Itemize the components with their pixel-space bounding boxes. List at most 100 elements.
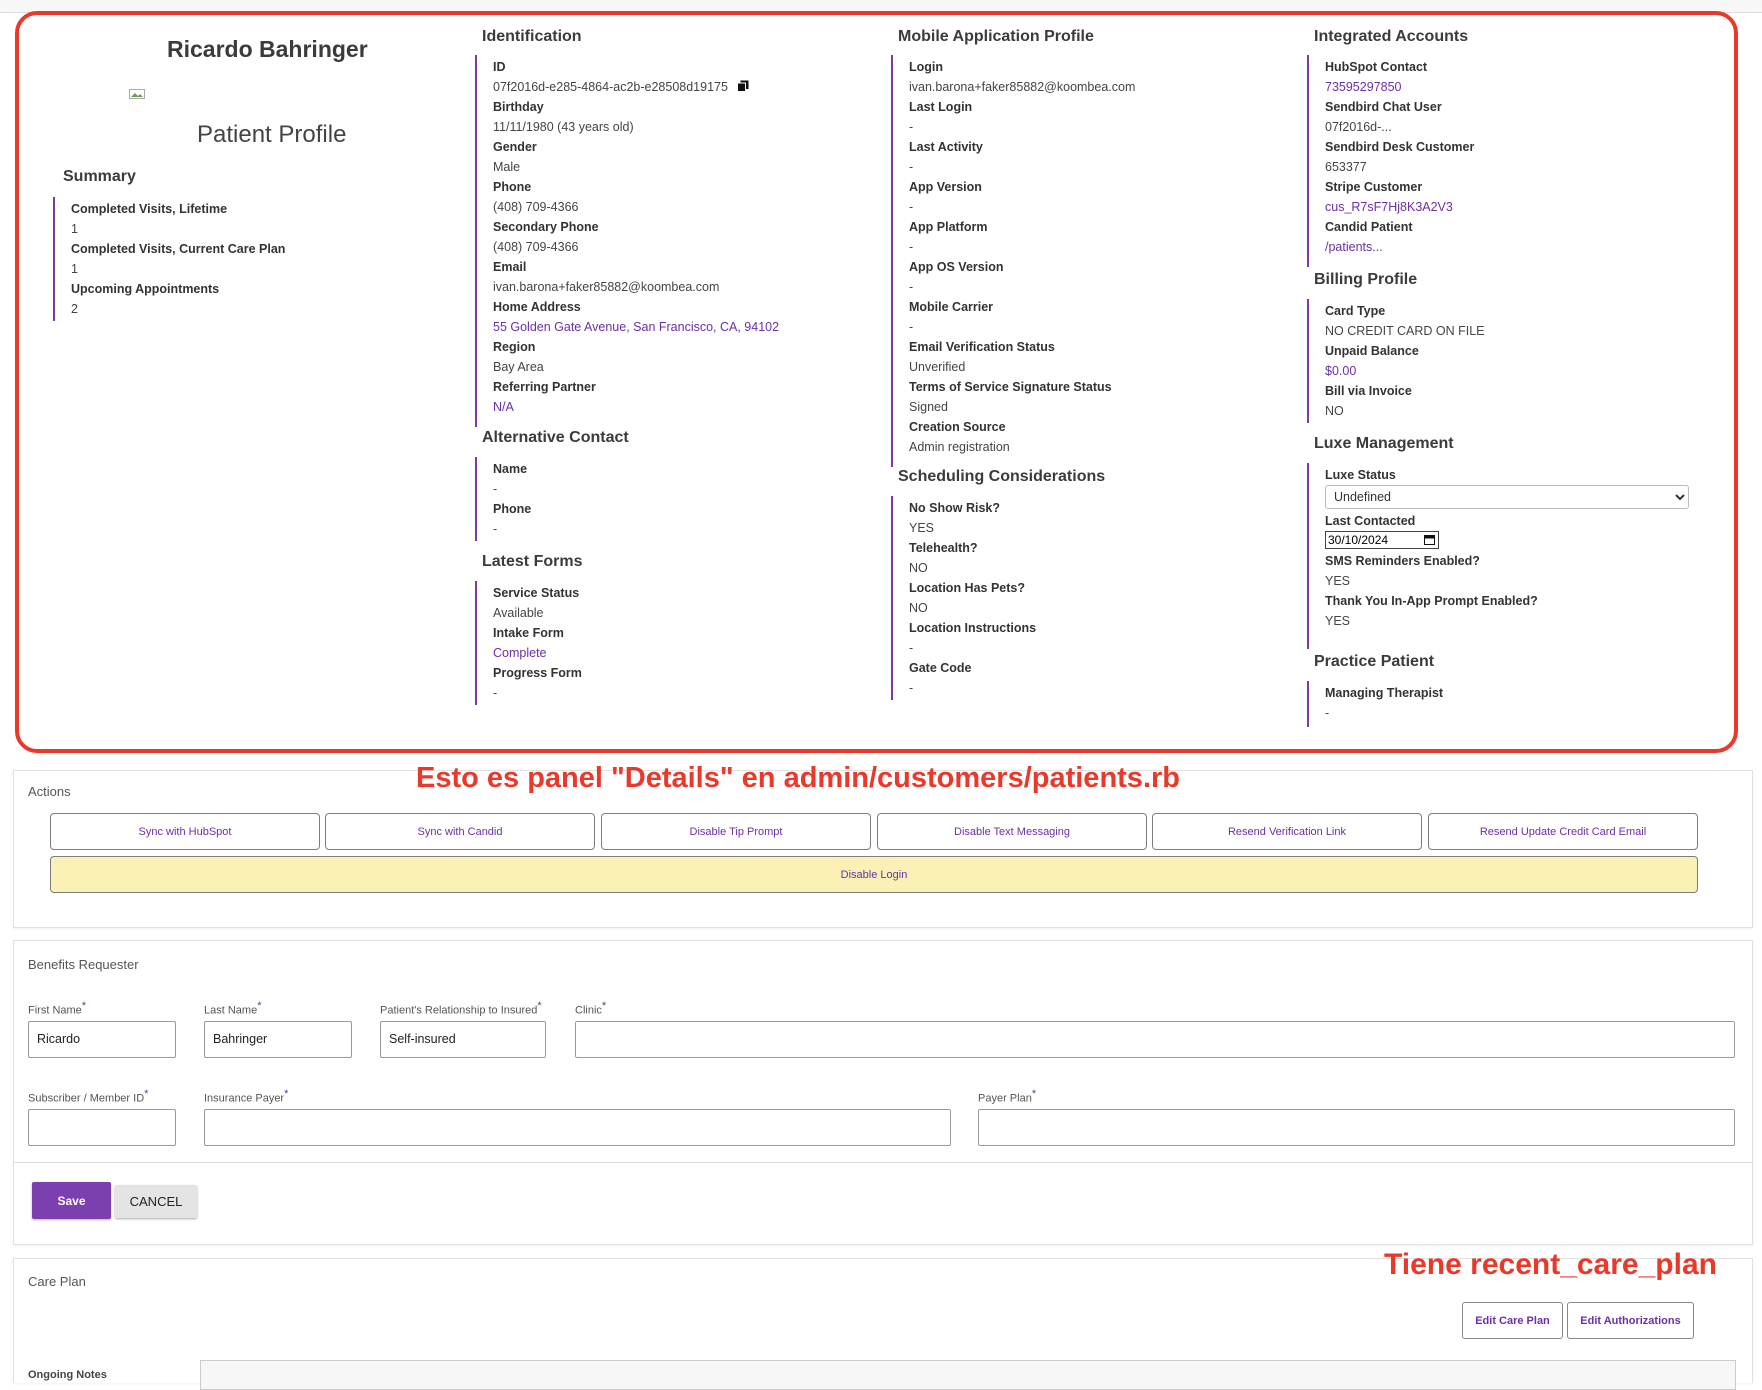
edit-care-plan-button[interactable]: Edit Care Plan bbox=[1462, 1302, 1563, 1339]
creation-source-value: Admin registration bbox=[909, 440, 1010, 454]
service-status-label: Service Status bbox=[493, 586, 580, 600]
ongoing-notes-field[interactable] bbox=[200, 1360, 1736, 1390]
resend-verification-button[interactable]: Resend Verification Link bbox=[1152, 813, 1422, 850]
id-value: 07f2016d-e285-4864-ac2b-e28508d19175 bbox=[493, 77, 875, 97]
creation-source-label: Creation Source bbox=[909, 420, 1006, 434]
first-name-input[interactable]: Ricardo bbox=[28, 1021, 176, 1058]
referring-partner-link[interactable]: N/A bbox=[493, 397, 875, 417]
sms-reminders-label: SMS Reminders Enabled? bbox=[1325, 554, 1480, 568]
sync-hubspot-button[interactable]: Sync with HubSpot bbox=[50, 813, 320, 850]
app-version-value: - bbox=[909, 200, 914, 214]
required-mark: * bbox=[537, 1000, 542, 1012]
payer-plan-label-text: Payer Plan bbox=[978, 1092, 1032, 1105]
email-label: Email bbox=[493, 260, 527, 274]
integrated-accounts-group: HubSpot Contact 73595297850 Sendbird Cha… bbox=[1307, 55, 1727, 267]
app-version-label: App Version bbox=[909, 180, 982, 194]
alt-name-label: Name bbox=[493, 462, 528, 476]
candid-link[interactable]: /patients... bbox=[1325, 237, 1727, 257]
calendar-icon[interactable] bbox=[1424, 534, 1436, 545]
billing-title: Billing Profile bbox=[1314, 271, 1418, 288]
birthday-label: Birthday bbox=[493, 100, 544, 114]
last-contacted-wrap bbox=[1325, 531, 1727, 551]
copy-icon[interactable] bbox=[737, 80, 749, 92]
summary-group: Completed Visits, Lifetime 1 Completed V… bbox=[53, 197, 353, 321]
gender-value: Male bbox=[493, 160, 521, 174]
card-type-label: Card Type bbox=[1325, 304, 1386, 318]
last-name-label-text: Last Name bbox=[204, 1004, 258, 1017]
payer-plan-input[interactable] bbox=[978, 1109, 1735, 1146]
benefits-footer: Save CANCEL bbox=[14, 1163, 1752, 1243]
card-type-value: NO CREDIT CARD ON FILE bbox=[1325, 324, 1485, 338]
intake-form-link[interactable]: Complete bbox=[493, 643, 875, 663]
tos-status-value: Signed bbox=[909, 400, 948, 414]
last-contacted-input[interactable] bbox=[1325, 531, 1439, 549]
last-activity-value: - bbox=[909, 160, 914, 174]
email-value: ivan.barona+faker85882@koombea.com bbox=[493, 280, 720, 294]
app-os-version-label: App OS Version bbox=[909, 260, 1004, 274]
location-instructions-value: - bbox=[909, 641, 914, 655]
patient-name: Ricardo Bahringer bbox=[167, 36, 368, 62]
cancel-button[interactable]: CANCEL bbox=[115, 1185, 197, 1218]
unpaid-balance-link[interactable]: $0.00 bbox=[1325, 361, 1727, 381]
benefits-title: Benefits Requester bbox=[28, 957, 139, 972]
payer-label-text: Insurance Payer bbox=[204, 1092, 285, 1105]
tos-status-label: Terms of Service Signature Status bbox=[909, 380, 1112, 394]
insurance-payer-input[interactable] bbox=[204, 1109, 951, 1146]
app-platform-label: App Platform bbox=[909, 220, 988, 234]
pets-value: NO bbox=[909, 601, 928, 615]
id-label: ID bbox=[493, 60, 506, 74]
payer-plan-label: Payer Plan* bbox=[978, 1088, 1036, 1105]
luxe-status-select[interactable]: Undefined bbox=[1325, 485, 1689, 509]
care-plan-title: Care Plan bbox=[28, 1274, 86, 1289]
telehealth-label: Telehealth? bbox=[909, 541, 978, 555]
subscriber-input[interactable] bbox=[28, 1109, 176, 1146]
subscriber-label: Subscriber / Member ID* bbox=[28, 1088, 148, 1105]
sync-candid-button[interactable]: Sync with Candid bbox=[325, 813, 595, 850]
location-instructions-label: Location Instructions bbox=[909, 621, 1037, 635]
resend-credit-card-email-button[interactable]: Resend Update Credit Card Email bbox=[1428, 813, 1698, 850]
region-label: Region bbox=[493, 340, 536, 354]
alternative-contact-title: Alternative Contact bbox=[482, 429, 629, 446]
summary-label: Completed Visits, Current Care Plan bbox=[71, 242, 286, 256]
latest-forms-group: Service Status Available Intake Form Com… bbox=[475, 581, 875, 705]
hubspot-link[interactable]: 73595297850 bbox=[1325, 77, 1727, 97]
sendbird-desk-value: 653377 bbox=[1325, 160, 1367, 174]
login-value: ivan.barona+faker85882@koombea.com bbox=[909, 80, 1136, 94]
home-address-link[interactable]: 55 Golden Gate Avenue, San Francisco, CA… bbox=[493, 317, 875, 337]
birthday-value: 11/11/1980 (43 years old) bbox=[493, 120, 634, 134]
alt-phone-label: Phone bbox=[493, 502, 532, 516]
sendbird-chat-label: Sendbird Chat User bbox=[1325, 100, 1442, 114]
details-panel-annotation: Esto es panel "Details" en admin/custome… bbox=[416, 762, 1180, 794]
summary-value: 1 bbox=[71, 262, 78, 276]
identification-group: ID 07f2016d-e285-4864-ac2b-e28508d19175 … bbox=[475, 55, 875, 427]
payer-label: Insurance Payer* bbox=[204, 1088, 288, 1105]
unpaid-balance-label: Unpaid Balance bbox=[1325, 344, 1419, 358]
disable-text-messaging-button[interactable]: Disable Text Messaging bbox=[877, 813, 1147, 850]
gate-code-label: Gate Code bbox=[909, 661, 972, 675]
relationship-input[interactable]: Self-insured bbox=[380, 1021, 546, 1058]
broken-image-icon bbox=[129, 89, 145, 99]
id-text: 07f2016d-e285-4864-ac2b-e28508d19175 bbox=[493, 80, 728, 94]
home-address-label: Home Address bbox=[493, 300, 581, 314]
last-name-input[interactable]: Bahringer bbox=[204, 1021, 352, 1058]
email-verification-value: Unverified bbox=[909, 360, 966, 374]
latest-forms-title: Latest Forms bbox=[482, 553, 583, 570]
no-show-value: YES bbox=[909, 521, 935, 535]
phone-label: Phone bbox=[493, 180, 532, 194]
alt-name-value: - bbox=[493, 482, 498, 496]
last-activity-label: Last Activity bbox=[909, 140, 983, 154]
email-verification-label: Email Verification Status bbox=[909, 340, 1055, 354]
edit-authorizations-button[interactable]: Edit Authorizations bbox=[1567, 1302, 1694, 1339]
save-button[interactable]: Save bbox=[32, 1182, 111, 1219]
stripe-label: Stripe Customer bbox=[1325, 180, 1423, 194]
summary-value: 2 bbox=[71, 302, 78, 316]
disable-login-button[interactable]: Disable Login bbox=[50, 856, 1698, 893]
clinic-input[interactable] bbox=[575, 1021, 1735, 1058]
disable-tip-prompt-button[interactable]: Disable Tip Prompt bbox=[601, 813, 871, 850]
billing-group: Card Type NO CREDIT CARD ON FILE Unpaid … bbox=[1307, 299, 1727, 423]
thank-you-prompt-value: YES bbox=[1325, 614, 1351, 628]
managing-therapist-label: Managing Therapist bbox=[1325, 686, 1444, 700]
stripe-link[interactable]: cus_R7sF7Hj8K3A2V3 bbox=[1325, 197, 1727, 217]
bill-via-invoice-label: Bill via Invoice bbox=[1325, 384, 1412, 398]
mobile-carrier-value: - bbox=[909, 320, 914, 334]
